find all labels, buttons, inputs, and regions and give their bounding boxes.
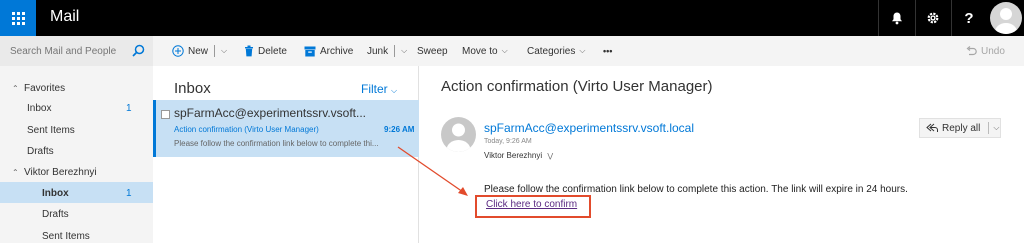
account-header[interactable]: ⌃ Viktor Berezhnyi [12,167,97,178]
reply-all-icon [926,123,938,132]
junk-label: Junk [367,45,389,57]
new-button[interactable]: New ⌵ [172,36,227,66]
plus-circle-icon [172,45,184,57]
trash-icon [245,45,253,57]
move-to-button[interactable]: Move to ⌵ [462,36,508,66]
help-button[interactable]: ? [951,0,987,36]
reply-all-button[interactable]: Reply all ⌵ [919,118,1001,138]
message-sender: spFarmAcc@experimentssrv.vsoft... [174,106,366,120]
archive-icon [304,46,316,56]
sender-avatar-icon [441,117,476,152]
delete-button[interactable]: Delete [244,36,287,66]
help-icon: ? [964,9,974,27]
sidebar-item-sent-items[interactable]: Sent Items [42,231,90,242]
unread-count: 1 [126,188,132,199]
categories-button[interactable]: Categories ⌵ [527,36,585,66]
chevron-down-icon[interactable]: ⌵ [993,123,999,133]
undo-button[interactable]: Undo [966,36,1005,66]
archive-label: Archive [320,45,354,57]
search-icon[interactable] [132,44,145,57]
undo-icon [966,46,977,56]
command-bar [0,36,1024,66]
divider [988,122,990,134]
divider [214,45,216,57]
unread-count: 1 [126,103,132,114]
confirm-link[interactable]: Click here to confirm [486,199,577,210]
settings-button[interactable] [915,0,951,36]
caret-up-icon: ⌃ [12,84,19,93]
categories-label: Categories [527,45,576,57]
new-label: New [188,45,209,57]
move-to-label: Move to [462,45,498,57]
email-body: Please follow the confirmation link belo… [484,184,908,195]
delete-label: Delete [258,45,287,57]
reply-all-label: Reply all [942,122,981,134]
account-button[interactable] [987,0,1024,36]
chevron-down-icon: ⌵ [579,46,586,55]
email-date: Today, 9:26 AM [484,138,532,145]
chevron-down-icon[interactable]: ⌵ [221,46,227,56]
divider [394,45,396,57]
message-subject: Action confirmation (Virto User Manager) [174,125,319,134]
search-input[interactable]: Search Mail and People [0,36,153,66]
sidebar-item-favorite-drafts[interactable]: Drafts [27,146,54,157]
chevron-down-icon: ⌵ [501,46,508,55]
notifications-button[interactable] [879,0,915,36]
sweep-button[interactable]: Sweep [417,36,448,66]
caret-up-icon: ⌃ [12,168,19,177]
archive-button[interactable]: Archive [304,36,353,66]
email-recipient[interactable]: Viktor Berezhnyi ⋁ [484,151,553,160]
message-preview: Please follow the confirmation link belo… [174,139,379,148]
more-icon: ••• [603,46,613,56]
chevron-down-icon: ⌵ [391,86,398,95]
app-title: Mail [50,8,80,25]
sidebar-item-inbox[interactable]: Inbox [42,188,69,199]
email-subject: Action confirmation (Virto User Manager) [441,78,713,95]
user-avatar-icon [989,2,1022,34]
gear-icon [927,12,939,24]
bell-icon [892,12,902,24]
undo-label: Undo [981,45,1005,57]
sidebar-item-favorite-sent-items[interactable]: Sent Items [27,125,75,136]
sweep-label: Sweep [417,45,448,57]
junk-button[interactable]: Junk ⌵ [367,36,407,66]
message-checkbox[interactable] [161,110,170,119]
sidebar-item-drafts[interactable]: Drafts [42,209,69,220]
more-commands-button[interactable]: ••• [603,36,612,66]
search-placeholder: Search Mail and People [10,45,117,57]
sidebar-item-favorite-inbox[interactable]: Inbox [27,103,51,114]
chevron-down-icon[interactable]: ⌵ [401,46,407,56]
expand-recipients-icon[interactable]: ⋁ [547,153,553,160]
filter-label: Filter [361,82,388,96]
top-bar [0,0,1024,36]
email-sender[interactable]: spFarmAcc@experimentssrv.vsoft.local [484,121,694,135]
list-title: Inbox [174,80,211,97]
message-time: 9:26 AM [384,125,415,134]
app-launcher-button[interactable] [0,0,36,36]
account-label: Viktor Berezhnyi [24,167,97,178]
recipient-name: Viktor Berezhnyi [484,151,543,160]
filter-button[interactable]: Filter ⌵ [361,82,397,96]
favorites-header[interactable]: ⌃ Favorites [12,83,65,94]
waffle-icon [11,11,25,25]
favorites-label: Favorites [24,83,66,94]
